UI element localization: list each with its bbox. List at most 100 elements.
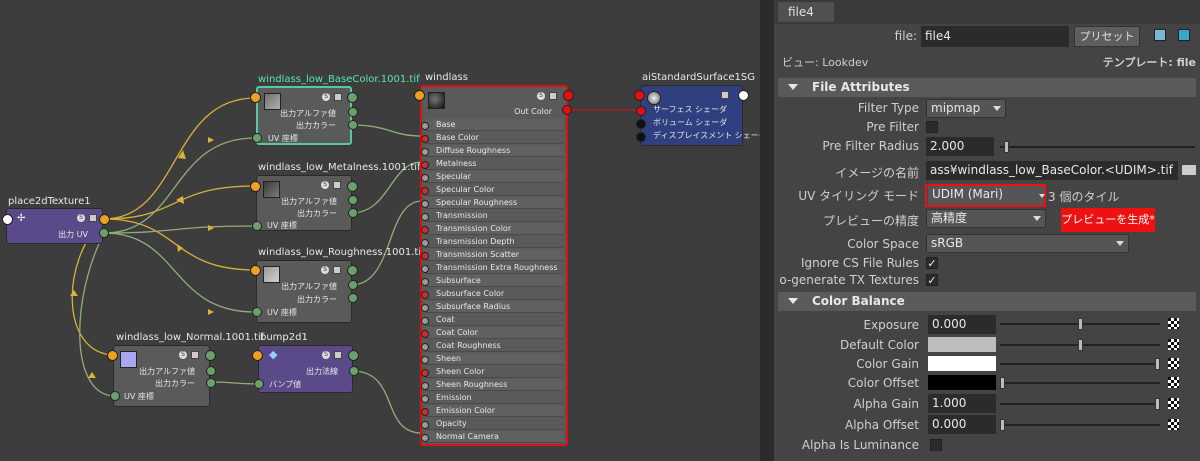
exposure-slider[interactable]	[1000, 318, 1160, 330]
alpha-gain-slider[interactable]	[1000, 398, 1160, 410]
input-port[interactable]	[107, 350, 118, 361]
pre-filter-checkbox[interactable]	[926, 121, 938, 133]
texture-map-icon[interactable]	[1168, 398, 1179, 409]
shader-input-row[interactable]: Transmission Color	[421, 223, 563, 235]
input-port[interactable]	[252, 307, 262, 317]
output-port[interactable]	[347, 181, 358, 192]
default-color-swatch[interactable]	[928, 337, 996, 352]
node-menu-icon[interactable]	[333, 266, 341, 274]
input-port[interactable]	[421, 291, 429, 299]
input-port[interactable]	[421, 343, 429, 351]
shader-input-row[interactable]: Coat Color	[421, 327, 563, 339]
shader-input-row[interactable]: Specular Color	[421, 184, 563, 196]
place2d-input-port[interactable]	[2, 214, 13, 225]
input-port[interactable]	[414, 90, 425, 101]
out-color-port[interactable]	[562, 105, 572, 115]
input-port[interactable]	[421, 187, 429, 195]
shader-input-row[interactable]: Coat	[421, 314, 563, 326]
input-port[interactable]	[636, 106, 646, 116]
input-port[interactable]	[421, 148, 429, 156]
output-port[interactable]	[348, 280, 358, 290]
input-port[interactable]	[636, 132, 646, 142]
alpha-offset-field[interactable]: 0.000	[928, 415, 996, 434]
input-port[interactable]	[421, 356, 429, 364]
input-port[interactable]	[421, 382, 429, 390]
preview-quality-dropdown[interactable]: 高精度	[926, 209, 1046, 228]
node-place2dtexture[interactable]: ✢ S 出力 UV	[6, 208, 103, 244]
panel-divider[interactable]	[760, 0, 774, 461]
input-port[interactable]	[254, 379, 264, 389]
shader-input-row[interactable]: Diffuse Roughness	[421, 145, 563, 157]
input-port[interactable]	[250, 181, 261, 192]
texture-map-icon[interactable]	[1168, 339, 1179, 350]
shader-input-row[interactable]: Subsurface Radius	[421, 301, 563, 313]
node-menu-icon[interactable]	[721, 91, 729, 99]
input-port[interactable]	[636, 119, 646, 129]
node-bump2d[interactable]: ◆ S 出力法線 バンプ値	[258, 345, 353, 393]
input-port[interactable]	[252, 221, 262, 231]
shader-input-row[interactable]: Transmission Depth	[421, 236, 563, 248]
shader-input-row[interactable]: Subsurface Color	[421, 288, 563, 300]
input-port[interactable]	[421, 239, 429, 247]
shader-input-row[interactable]: Opacity	[421, 418, 563, 430]
input-port[interactable]	[252, 350, 263, 361]
shader-input-row[interactable]: Specular Roughness	[421, 197, 563, 209]
shader-input-row[interactable]: Specular	[421, 171, 563, 183]
tab-file4[interactable]: file4	[778, 2, 834, 22]
node-menu-icon[interactable]	[334, 93, 342, 101]
output-port[interactable]	[348, 107, 358, 117]
shader-input-row[interactable]: Transmission Scatter	[421, 249, 563, 261]
input-port[interactable]	[421, 135, 429, 143]
show-icon[interactable]	[1154, 29, 1166, 41]
input-port[interactable]	[421, 213, 429, 221]
output-port[interactable]	[349, 366, 359, 376]
input-port[interactable]	[421, 304, 429, 312]
exposure-field[interactable]: 0.000	[928, 315, 996, 334]
input-port[interactable]	[421, 200, 429, 208]
output-port[interactable]	[348, 293, 358, 303]
auto-tx-checkbox[interactable]: ✓	[926, 274, 938, 286]
input-port[interactable]	[421, 122, 429, 130]
output-port[interactable]	[348, 350, 359, 361]
slider-knob[interactable]	[1155, 398, 1160, 410]
output-port[interactable]	[563, 90, 574, 101]
slider-knob[interactable]	[1155, 358, 1160, 370]
texture-map-icon[interactable]	[1168, 358, 1179, 369]
color-space-dropdown[interactable]: sRGB	[926, 234, 1129, 253]
input-port[interactable]	[421, 161, 429, 169]
shader-input-row[interactable]: Base	[421, 119, 563, 131]
color-offset-slider[interactable]	[1000, 377, 1160, 389]
node-windlass-shader[interactable]: S Out Color Base Base Color Diffuse Roughn…	[420, 85, 568, 446]
slider-knob[interactable]	[1077, 318, 1083, 330]
slider-knob[interactable]	[1000, 377, 1005, 389]
input-port[interactable]	[421, 265, 429, 273]
texture-map-icon[interactable]	[1168, 377, 1179, 388]
image-name-field[interactable]: ass¥windlass_low_BaseColor.<UDIM>.tif	[926, 161, 1178, 180]
node-menu-icon[interactable]	[549, 92, 557, 100]
preset-button[interactable]: プリセット	[1074, 26, 1140, 47]
file-name-field[interactable]: file4	[921, 26, 1069, 47]
output-port[interactable]	[348, 208, 358, 218]
ignore-cs-checkbox[interactable]: ✓	[926, 257, 938, 269]
slider-knob[interactable]	[1003, 141, 1009, 153]
texture-map-icon[interactable]	[1168, 318, 1179, 329]
generate-preview-button[interactable]: プレビューを生成*	[1061, 208, 1155, 232]
shader-input-row[interactable]: Normal Camera	[421, 431, 563, 443]
node-metalness-file[interactable]: S 出力アルファ値 出力カラー UV 座標	[256, 175, 352, 231]
shader-input-row[interactable]: Sheen Color	[421, 366, 563, 378]
output-port[interactable]	[206, 366, 216, 376]
pre-filter-radius-field[interactable]: 2.000	[926, 137, 994, 156]
shader-input-row[interactable]: Metalness	[421, 158, 563, 170]
input-port[interactable]	[421, 408, 429, 416]
input-port[interactable]	[421, 278, 429, 286]
slider-knob[interactable]	[1077, 339, 1083, 351]
input-port[interactable]	[634, 90, 645, 101]
input-port[interactable]	[421, 369, 429, 377]
place2d-uv-port[interactable]	[99, 228, 109, 238]
node-roughness-file[interactable]: S 出力アルファ値 出力カラー UV 座標	[256, 260, 352, 323]
input-port[interactable]	[421, 317, 429, 325]
input-port[interactable]	[421, 395, 429, 403]
input-port[interactable]	[421, 226, 429, 234]
shader-input-row[interactable]: Emission Color	[421, 405, 563, 417]
shader-input-row[interactable]: Coat Roughness	[421, 340, 563, 352]
